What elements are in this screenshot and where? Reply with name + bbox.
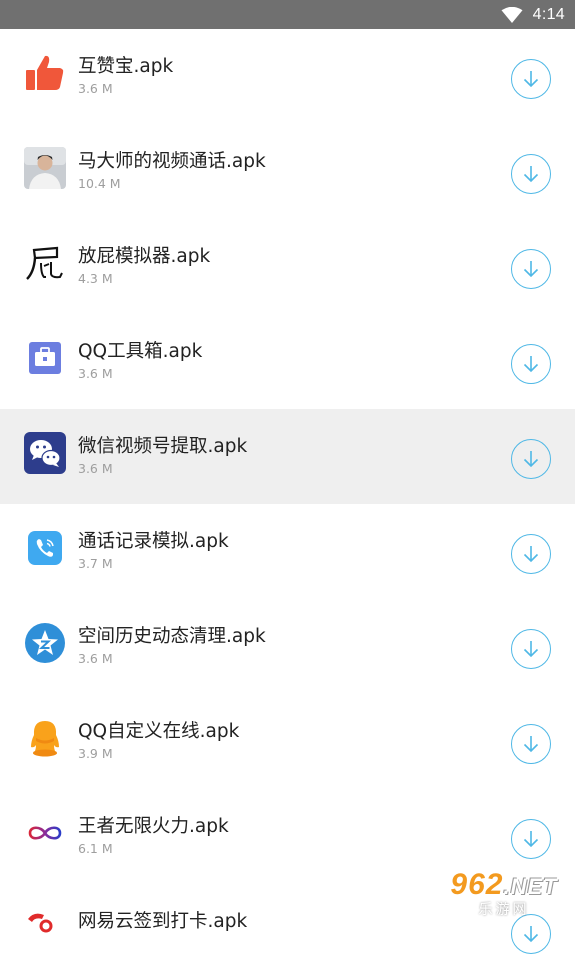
file-size: 3.6 M <box>78 461 113 476</box>
list-item[interactable]: 放屁模拟器.apk 4.3 M <box>0 219 575 314</box>
download-arrow-icon <box>523 261 539 278</box>
download-button[interactable] <box>511 439 551 479</box>
qzone-star-icon <box>24 622 66 664</box>
file-name: 马大师的视频通话.apk <box>78 151 266 172</box>
file-size: 3.6 M <box>78 366 113 381</box>
download-button[interactable] <box>511 724 551 764</box>
file-name: 网易云签到打卡.apk <box>78 911 248 932</box>
download-arrow-icon <box>523 641 539 658</box>
toolbox-icon <box>24 337 66 379</box>
download-arrow-icon <box>523 451 539 468</box>
wifi-icon <box>501 6 523 23</box>
download-arrow-icon <box>523 356 539 373</box>
download-arrow-icon <box>523 166 539 183</box>
download-arrow-icon <box>523 736 539 753</box>
download-button[interactable] <box>511 914 551 954</box>
infinity-icon <box>24 812 66 854</box>
download-button[interactable] <box>511 59 551 99</box>
file-name: 王者无限火力.apk <box>78 816 229 837</box>
download-button[interactable] <box>511 819 551 859</box>
file-name: QQ自定义在线.apk <box>78 721 240 742</box>
list-item[interactable]: QQ工具箱.apk 3.6 M <box>0 314 575 409</box>
file-size: 6.1 M <box>78 841 113 856</box>
person-photo-icon <box>24 147 66 189</box>
qq-penguin-icon <box>24 717 66 759</box>
file-size: 3.6 M <box>78 651 113 666</box>
status-bar: 4:14 <box>0 0 575 29</box>
thumbs-up-icon <box>24 52 66 94</box>
list-item[interactable]: 空间历史动态清理.apk 3.6 M <box>0 599 575 694</box>
file-size: 3.6 M <box>78 81 113 96</box>
download-arrow-icon <box>523 926 539 943</box>
file-size: 3.7 M <box>78 556 113 571</box>
netease-music-icon <box>24 907 66 949</box>
download-arrow-icon <box>523 71 539 88</box>
list-item[interactable]: 通话记录模拟.apk 3.7 M <box>0 504 575 599</box>
download-arrow-icon <box>523 546 539 563</box>
site-watermark: 962.NET 乐游网 <box>436 870 572 919</box>
file-name: 微信视频号提取.apk <box>78 436 248 457</box>
list-item[interactable]: 马大师的视频通话.apk 10.4 M <box>0 124 575 219</box>
download-button[interactable] <box>511 344 551 384</box>
file-list: 互赞宝.apk 3.6 M 马大师的视频通话.apk 10.4 M 放屁模拟器.… <box>0 29 575 979</box>
download-arrow-icon <box>523 831 539 848</box>
watermark-name: 乐游网 <box>478 902 530 918</box>
file-name: 通话记录模拟.apk <box>78 531 229 552</box>
wechat-icon <box>24 432 66 474</box>
download-button[interactable] <box>511 629 551 669</box>
watermark-domain: .NET <box>503 874 558 899</box>
file-name: 放屁模拟器.apk <box>78 246 211 267</box>
file-size: 10.4 M <box>78 176 121 191</box>
list-item[interactable]: QQ自定义在线.apk 3.9 M <box>0 694 575 789</box>
download-button[interactable] <box>511 534 551 574</box>
file-name: 互赞宝.apk <box>78 56 174 77</box>
file-size: 4.3 M <box>78 271 113 286</box>
clock: 4:14 <box>532 5 565 23</box>
phone-call-icon <box>24 527 66 569</box>
list-item[interactable]: 互赞宝.apk 3.6 M <box>0 29 575 124</box>
download-button[interactable] <box>511 249 551 289</box>
download-button[interactable] <box>511 154 551 194</box>
watermark-number: 962 <box>450 868 504 901</box>
calligraphy-icon <box>24 242 66 284</box>
file-size: 3.9 M <box>78 746 113 761</box>
file-name: 空间历史动态清理.apk <box>78 626 266 647</box>
list-item[interactable]: 微信视频号提取.apk 3.6 M <box>0 409 575 504</box>
file-name: QQ工具箱.apk <box>78 341 203 362</box>
